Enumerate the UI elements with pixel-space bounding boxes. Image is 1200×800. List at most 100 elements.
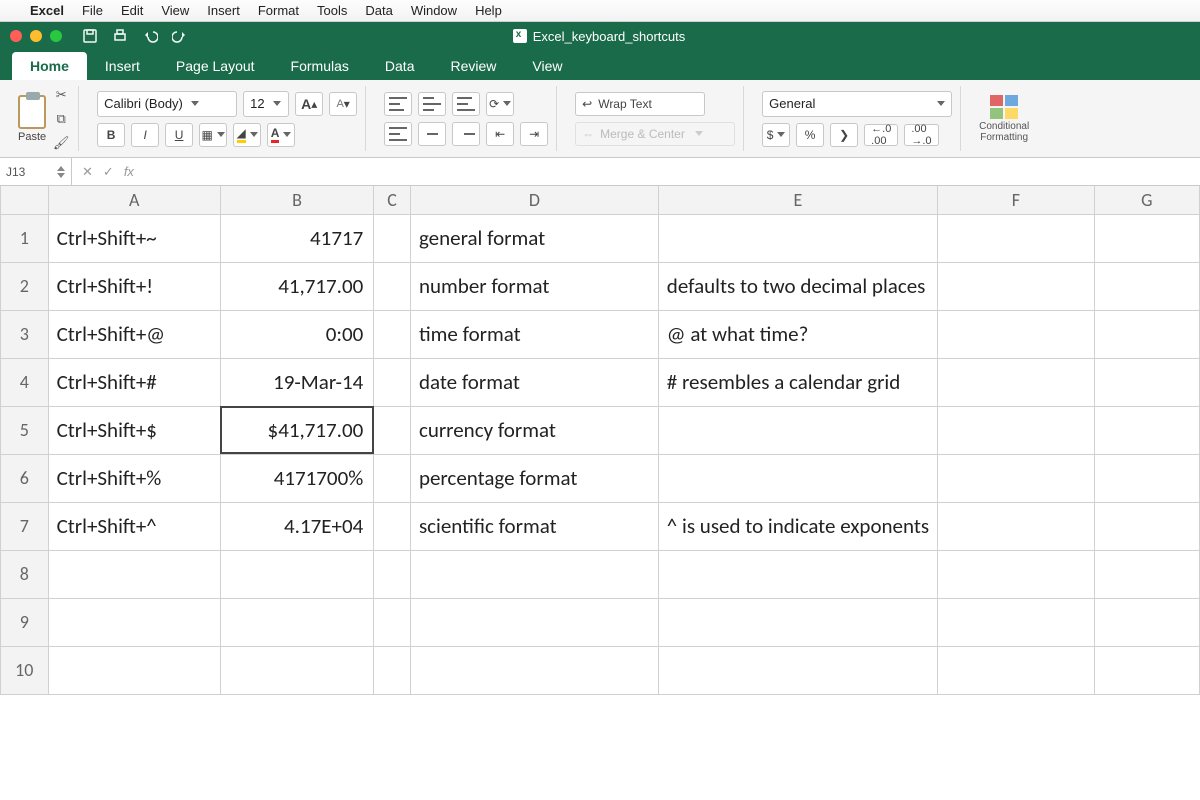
font-color-button[interactable]: A: [267, 123, 295, 147]
cell-C2[interactable]: [374, 262, 411, 310]
redo-icon[interactable]: [172, 28, 188, 44]
cell-D8[interactable]: [410, 550, 658, 598]
row-header[interactable]: 6: [1, 454, 49, 502]
column-header-E[interactable]: E: [658, 186, 937, 214]
cell-A7[interactable]: Ctrl+Shift+^: [48, 502, 220, 550]
zoom-window-button[interactable]: [50, 30, 62, 42]
row-header[interactable]: 9: [1, 598, 49, 646]
percent-format-button[interactable]: %: [796, 123, 824, 147]
cell-A4[interactable]: Ctrl+Shift+#: [48, 358, 220, 406]
cell-D9[interactable]: [410, 598, 658, 646]
tab-page-layout[interactable]: Page Layout: [158, 52, 273, 80]
cell-B1[interactable]: 41717: [220, 214, 374, 262]
cell-F7[interactable]: [938, 502, 1095, 550]
cell-A8[interactable]: [48, 550, 220, 598]
row-header[interactable]: 10: [1, 646, 49, 694]
close-window-button[interactable]: [10, 30, 22, 42]
cell-B5[interactable]: $41,717.00: [220, 406, 374, 454]
row-header[interactable]: 3: [1, 310, 49, 358]
bold-button[interactable]: B: [97, 123, 125, 147]
cell-A5[interactable]: Ctrl+Shift+$: [48, 406, 220, 454]
cell-D5[interactable]: currency format: [410, 406, 658, 454]
cell-C3[interactable]: [374, 310, 411, 358]
conditional-formatting-button[interactable]: Conditional Formatting: [979, 95, 1029, 143]
mac-menu-tools[interactable]: Tools: [317, 3, 347, 18]
cell-E2[interactable]: defaults to two decimal places: [658, 262, 937, 310]
cell-B2[interactable]: 41,717.00: [220, 262, 374, 310]
tab-home[interactable]: Home: [12, 52, 87, 80]
column-header-D[interactable]: D: [410, 186, 658, 214]
tab-data[interactable]: Data: [367, 52, 433, 80]
cell-C7[interactable]: [374, 502, 411, 550]
decrease-decimal-button[interactable]: .00→.0: [904, 124, 938, 146]
align-bottom-button[interactable]: [452, 92, 480, 116]
cell-D4[interactable]: date format: [410, 358, 658, 406]
select-all-corner[interactable]: [1, 186, 49, 214]
cell-G1[interactable]: [1094, 214, 1199, 262]
cell-A2[interactable]: Ctrl+Shift+!: [48, 262, 220, 310]
cell-B4[interactable]: 19-Mar-14: [220, 358, 374, 406]
print-icon[interactable]: [112, 28, 128, 44]
row-header[interactable]: 7: [1, 502, 49, 550]
cell-D2[interactable]: number format: [410, 262, 658, 310]
cell-E4[interactable]: # resembles a calendar grid: [658, 358, 937, 406]
row-header[interactable]: 1: [1, 214, 49, 262]
minimize-window-button[interactable]: [30, 30, 42, 42]
cell-F6[interactable]: [938, 454, 1095, 502]
cell-E3[interactable]: @ at what time?: [658, 310, 937, 358]
column-header-F[interactable]: F: [938, 186, 1095, 214]
borders-button[interactable]: ▦: [199, 123, 227, 147]
cell-C9[interactable]: [374, 598, 411, 646]
spreadsheet-grid[interactable]: A B C D E F G 1Ctrl+Shift+~41717general …: [0, 186, 1200, 695]
cell-D7[interactable]: scientific format: [410, 502, 658, 550]
cell-C5[interactable]: [374, 406, 411, 454]
cell-E10[interactable]: [658, 646, 937, 694]
column-header-G[interactable]: G: [1094, 186, 1199, 214]
currency-format-button[interactable]: $: [762, 123, 790, 147]
merge-center-button[interactable]: ⇔ Merge & Center: [575, 122, 735, 146]
cell-C8[interactable]: [374, 550, 411, 598]
cell-B9[interactable]: [220, 598, 374, 646]
save-icon[interactable]: [82, 28, 98, 44]
cell-G4[interactable]: [1094, 358, 1199, 406]
cut-icon[interactable]: ✂: [52, 86, 70, 104]
cell-G6[interactable]: [1094, 454, 1199, 502]
increase-indent-button[interactable]: ⇥: [520, 122, 548, 146]
row-header[interactable]: 5: [1, 406, 49, 454]
cell-G7[interactable]: [1094, 502, 1199, 550]
tab-insert[interactable]: Insert: [87, 52, 158, 80]
cell-C1[interactable]: [374, 214, 411, 262]
mac-menu-file[interactable]: File: [82, 3, 103, 18]
mac-menu-data[interactable]: Data: [365, 3, 392, 18]
formula-input[interactable]: [144, 158, 1200, 185]
row-header[interactable]: 8: [1, 550, 49, 598]
tab-view[interactable]: View: [514, 52, 580, 80]
mac-menu-insert[interactable]: Insert: [207, 3, 240, 18]
paste-button[interactable]: Paste: [18, 95, 46, 143]
align-left-button[interactable]: [384, 122, 412, 146]
cell-G2[interactable]: [1094, 262, 1199, 310]
name-box-stepper[interactable]: [57, 166, 65, 178]
comma-format-button[interactable]: ❯: [830, 123, 858, 147]
decrease-font-button[interactable]: A▾: [329, 92, 357, 116]
mac-menu-help[interactable]: Help: [475, 3, 502, 18]
italic-button[interactable]: I: [131, 123, 159, 147]
cell-G3[interactable]: [1094, 310, 1199, 358]
decrease-indent-button[interactable]: ⇤: [486, 122, 514, 146]
cell-D6[interactable]: percentage format: [410, 454, 658, 502]
cell-D10[interactable]: [410, 646, 658, 694]
mac-menu-view[interactable]: View: [161, 3, 189, 18]
cell-F4[interactable]: [938, 358, 1095, 406]
cell-B8[interactable]: [220, 550, 374, 598]
cell-E9[interactable]: [658, 598, 937, 646]
number-format-select[interactable]: General: [762, 91, 952, 117]
row-header[interactable]: 2: [1, 262, 49, 310]
cell-F2[interactable]: [938, 262, 1095, 310]
cancel-formula-icon[interactable]: ✕: [82, 164, 93, 180]
font-size-select[interactable]: 12: [243, 91, 289, 117]
format-painter-icon[interactable]: 🖌: [52, 134, 70, 152]
column-header-B[interactable]: B: [220, 186, 374, 214]
underline-button[interactable]: U: [165, 123, 193, 147]
mac-menu-edit[interactable]: Edit: [121, 3, 143, 18]
cell-C6[interactable]: [374, 454, 411, 502]
